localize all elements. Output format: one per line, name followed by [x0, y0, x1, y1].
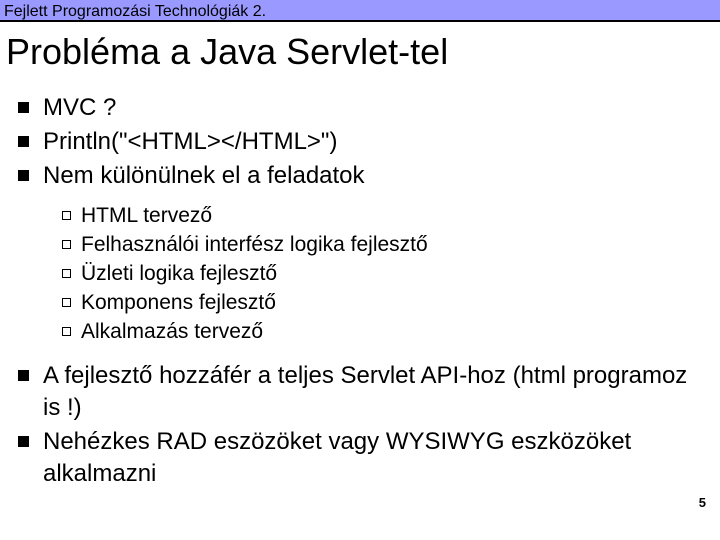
square-bullet-icon	[18, 170, 29, 181]
list-item: Alkalmazás tervező	[62, 318, 710, 346]
hollow-square-bullet-icon	[62, 327, 71, 336]
bullet-text: Felhasználói interfész logika fejlesztő	[81, 231, 710, 259]
bullet-text: Komponens fejlesztő	[81, 289, 710, 317]
list-item: Felhasználói interfész logika fejlesztő	[62, 231, 710, 259]
list-item: A fejlesztő hozzáfér a teljes Servlet AP…	[10, 360, 710, 424]
list-item: Println("<HTML></HTML>")	[10, 126, 710, 158]
square-bullet-icon	[18, 370, 29, 381]
bullet-text: MVC ?	[43, 92, 710, 124]
square-bullet-icon	[18, 136, 29, 147]
list-item: Nehézkes RAD eszözöket vagy WYSIWYG eszk…	[10, 426, 710, 490]
bullet-text: Alkalmazás tervező	[81, 318, 710, 346]
bullet-text: HTML tervező	[81, 202, 710, 230]
hollow-square-bullet-icon	[62, 269, 71, 278]
bullet-text: Üzleti logika fejlesztő	[81, 260, 710, 288]
bullet-text: Println("<HTML></HTML>")	[43, 126, 710, 158]
list-item: Komponens fejlesztő	[62, 289, 710, 317]
hollow-square-bullet-icon	[62, 298, 71, 307]
slide: Fejlett Programozási Technológiák 2. Pro…	[0, 0, 720, 540]
slide-title: Probléma a Java Servlet-tel	[0, 22, 720, 90]
hollow-square-bullet-icon	[62, 240, 71, 249]
page-number: 5	[699, 495, 706, 510]
square-bullet-icon	[18, 436, 29, 447]
hollow-square-bullet-icon	[62, 211, 71, 220]
bullet-text: A fejlesztő hozzáfér a teljes Servlet AP…	[43, 360, 710, 424]
course-header: Fejlett Programozási Technológiák 2.	[0, 0, 720, 22]
square-bullet-icon	[18, 102, 29, 113]
slide-body: MVC ? Println("<HTML></HTML>") Nem külön…	[0, 92, 720, 490]
list-item: Nem különülnek el a feladatok	[10, 160, 710, 192]
list-item: Üzleti logika fejlesztő	[62, 260, 710, 288]
list-item: HTML tervező	[62, 202, 710, 230]
bullet-text: Nem különülnek el a feladatok	[43, 160, 710, 192]
bullet-text: Nehézkes RAD eszözöket vagy WYSIWYG eszk…	[43, 426, 710, 490]
list-item: MVC ?	[10, 92, 710, 124]
sub-list: HTML tervező Felhasználói interfész logi…	[62, 202, 710, 346]
